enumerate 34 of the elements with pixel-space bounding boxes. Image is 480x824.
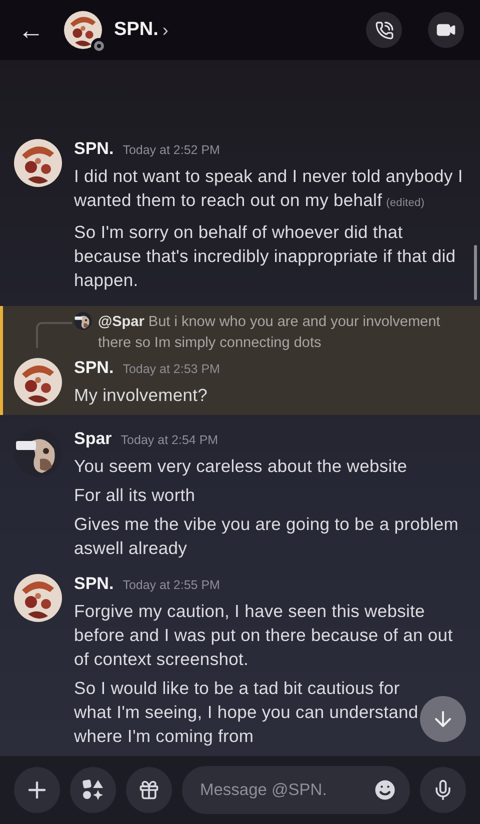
back-button[interactable]: ← — [18, 17, 48, 43]
reply-line — [36, 322, 72, 348]
author-name[interactable]: SPN. — [74, 358, 114, 378]
author-name[interactable]: SPN. — [74, 139, 114, 159]
message-text: So I would like to be a tad bit cautious for what I'm seeing, I hope you can understand where I'm coming from — [74, 677, 420, 748]
phone-icon — [374, 20, 394, 40]
message-field[interactable]: Message @SPN. — [182, 766, 410, 814]
contact-name[interactable]: SPN. — [114, 19, 158, 41]
message-text: For all its worth — [74, 484, 196, 507]
message-text: My involvement? — [74, 384, 209, 407]
message-text: Gives me the vibe you are going to be a problem aswell already — [74, 513, 460, 560]
chevron-icon: › — [162, 20, 168, 40]
message-time: Today at 2:52 PM — [122, 143, 220, 157]
message-text: So I'm sorry on behalf of whoever did that because that's incredibly inappropriate if that did happen. — [74, 221, 457, 292]
add-button[interactable] — [14, 767, 60, 813]
apps-button[interactable] — [70, 767, 116, 813]
reply-preview[interactable]: @Spar But i know who you are and your involvement there so Im simply connecting dots — [98, 312, 466, 354]
message-text: Forgive my caution, I have seen this website before and I was put on there because of an out of context screenshot. — [74, 600, 454, 671]
message-text: I did not want to speak and I never told anybody I wanted them to reach out on my behalf (edited) — [74, 165, 464, 212]
emoji-icon[interactable] — [372, 777, 398, 803]
message-input[interactable]: Message @SPN. — [198, 780, 372, 800]
message-text: You seem very careless about the website — [74, 455, 408, 478]
video-call-button[interactable] — [428, 12, 464, 48]
author-name[interactable]: SPN. — [74, 574, 114, 594]
microphone-button[interactable] — [420, 767, 466, 813]
author-name[interactable]: Spar — [74, 429, 112, 449]
gift-icon — [138, 779, 160, 801]
gift-button[interactable] — [126, 767, 172, 813]
shapes-icon — [82, 779, 104, 801]
call-button[interactable] — [366, 12, 402, 48]
message-time: Today at 2:54 PM — [120, 433, 218, 447]
scrollbar[interactable] — [474, 245, 477, 300]
message-time: Today at 2:55 PM — [122, 578, 220, 592]
message-time: Today at 2:53 PM — [122, 362, 220, 376]
